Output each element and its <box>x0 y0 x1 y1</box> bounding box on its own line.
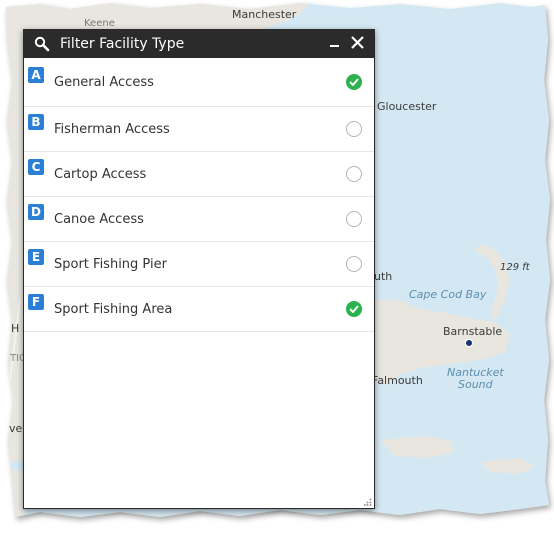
minimize-button[interactable] <box>328 35 342 51</box>
item-label: Sport Fishing Area <box>54 301 173 317</box>
badge-c-icon: C <box>28 158 44 175</box>
badge-b-icon: B <box>28 113 44 130</box>
badge-f-icon: F <box>28 293 44 310</box>
badge-d-icon: D <box>28 203 44 220</box>
map-label-keene: Keene <box>84 18 115 29</box>
radio-unselected-icon[interactable] <box>346 121 362 137</box>
map-label-left-h: H <box>11 322 20 335</box>
item-label: Canoe Access <box>54 211 144 227</box>
filter-panel: Filter Facility Type A General Access B … <box>23 29 375 509</box>
facility-item-general-access[interactable]: A General Access <box>24 58 374 107</box>
map-label-manchester: Manchester <box>232 8 297 21</box>
map-label-elevation: 129 ft <box>500 262 530 273</box>
search-icon <box>34 36 50 52</box>
radio-unselected-icon[interactable] <box>346 166 362 182</box>
minimize-icon <box>330 45 339 47</box>
badge-a-icon: A <box>28 66 44 83</box>
facility-item-sport-fishing-pier[interactable]: E Sport Fishing Pier <box>24 242 374 287</box>
facility-type-list: A General Access B Fisherman Access C Ca… <box>24 58 374 332</box>
item-label: Fisherman Access <box>54 121 170 137</box>
radio-unselected-icon[interactable] <box>346 211 362 227</box>
item-label: Sport Fishing Pier <box>54 256 167 272</box>
map-label-nantucket-sound-2: Sound <box>458 378 493 391</box>
check-selected-icon[interactable] <box>346 301 362 317</box>
map-label-barnstable: Barnstable <box>443 325 503 338</box>
panel-title: Filter Facility Type <box>60 36 185 52</box>
radio-unselected-icon[interactable] <box>346 256 362 272</box>
map-label-falmouth: Falmouth <box>372 374 423 387</box>
close-icon <box>351 36 364 49</box>
map-label-plymouth: uth <box>374 270 393 283</box>
facility-item-canoe-access[interactable]: D Canoe Access <box>24 197 374 242</box>
facility-item-sport-fishing-area[interactable]: F Sport Fishing Area <box>24 287 374 332</box>
map-label-gloucester: Gloucester <box>377 100 437 113</box>
panel-header[interactable]: Filter Facility Type <box>24 30 374 58</box>
facility-item-cartop-access[interactable]: C Cartop Access <box>24 152 374 197</box>
resize-grip-icon[interactable] <box>364 498 372 506</box>
map-label-cape-cod-bay: Cape Cod Bay <box>409 288 487 301</box>
check-selected-icon[interactable] <box>346 74 362 90</box>
facility-item-fisherman-access[interactable]: B Fisherman Access <box>24 107 374 152</box>
barnstable-marker <box>465 339 473 347</box>
item-label: Cartop Access <box>54 166 147 182</box>
badge-e-icon: E <box>28 248 44 265</box>
item-label: General Access <box>54 74 154 90</box>
map-label-left-ve: ve <box>9 422 23 435</box>
close-button[interactable] <box>348 33 368 53</box>
